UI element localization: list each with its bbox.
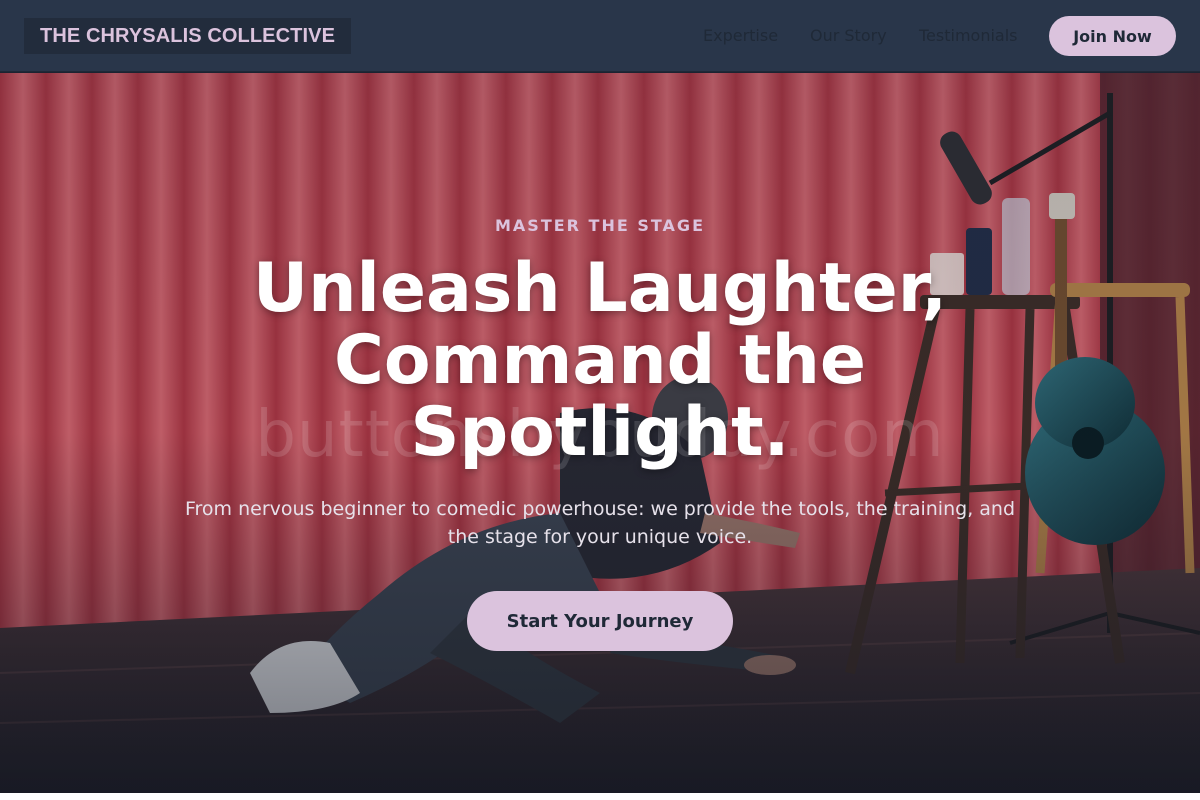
hero-subtext: From nervous beginner to comedic powerho… bbox=[184, 498, 1016, 548]
nav-link-our-story[interactable]: Our Story bbox=[810, 24, 887, 48]
hero-kicker: MASTER THE STAGE bbox=[494, 216, 705, 235]
site-logo[interactable]: THE CHRYSALIS COLLECTIVE bbox=[24, 18, 352, 54]
site-header: THE CHRYSALIS COLLECTIVE Expertise Our S… bbox=[0, 0, 1200, 72]
hero-section: buttonsbybuddy.com MASTER THE STAGE Unle… bbox=[0, 73, 1200, 793]
hero-headline: Unleash Laughter, Command the Spotlight. bbox=[252, 249, 948, 472]
page-bottom-edge bbox=[0, 793, 1200, 800]
nav-link-testimonials[interactable]: Testimonials bbox=[919, 24, 1018, 48]
nav-link-expertise[interactable]: Expertise bbox=[703, 24, 778, 48]
start-journey-button[interactable]: Start Your Journey bbox=[467, 591, 733, 651]
join-now-button[interactable]: Join Now bbox=[1049, 16, 1176, 56]
